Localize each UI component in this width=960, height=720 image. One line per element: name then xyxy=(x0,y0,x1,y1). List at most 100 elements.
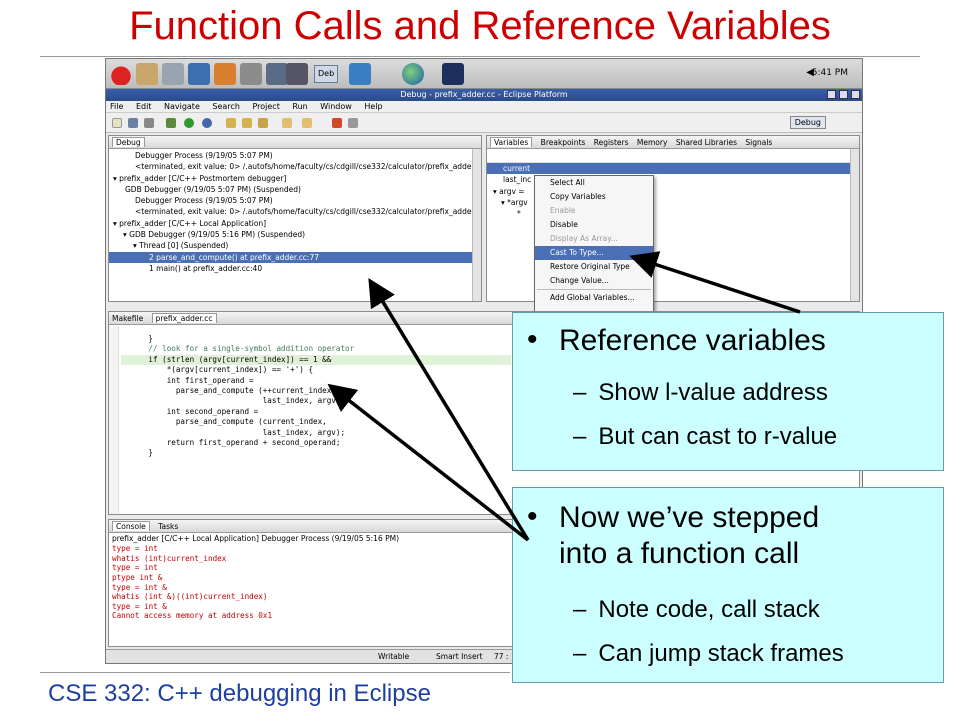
save-icon[interactable] xyxy=(128,118,138,128)
status-writable: Writable xyxy=(378,652,410,661)
tab-console[interactable]: Console xyxy=(112,521,150,531)
code-line: parse_and_compute (current_index, xyxy=(121,417,327,427)
menu-add-global-variables[interactable]: Add Global Variables... xyxy=(535,291,653,305)
menu-edit[interactable]: Edit xyxy=(136,102,152,111)
debug-tree-label: Thread [0] (Suspended) xyxy=(139,241,229,251)
window-title: Debug - prefix_adder.cc - Eclipse Platfo… xyxy=(400,90,568,99)
print-icon[interactable] xyxy=(144,118,154,128)
menubar: File Edit Navigate Search Project Run Wi… xyxy=(106,101,862,113)
menu-enable[interactable]: Enable xyxy=(535,204,653,218)
vertical-scrollbar[interactable] xyxy=(850,149,859,301)
footer-rule xyxy=(40,672,510,673)
tab-signals[interactable]: Signals xyxy=(745,138,772,147)
tab-registers[interactable]: Registers xyxy=(594,138,629,147)
callout-sub: – Note code, call stack xyxy=(573,596,820,623)
redhat-icon[interactable] xyxy=(110,63,132,85)
launcher-icon[interactable] xyxy=(136,63,158,85)
menu-select-all[interactable]: Select All xyxy=(535,176,653,190)
debug-tree-row[interactable]: Debugger Process (9/19/05 5:07 PM) xyxy=(109,150,472,161)
menu-disable[interactable]: Disable xyxy=(535,218,653,232)
desktop-taskbar: Deb ◀ 5:41 PM xyxy=(106,59,862,89)
status-insert-mode: Smart Insert xyxy=(436,652,483,661)
title-rule xyxy=(40,56,920,57)
menu-project[interactable]: Project xyxy=(252,102,279,111)
minimize-button[interactable] xyxy=(827,90,836,99)
launcher-icon[interactable] xyxy=(240,63,262,85)
tab-prefix-adder-cc[interactable]: prefix_adder.cc xyxy=(151,313,217,323)
menu-restore-original-type[interactable]: Restore Original Type xyxy=(535,260,653,274)
debug-tree-row[interactable]: <terminated, exit value: 0> /.autofs/hom… xyxy=(109,161,472,172)
globe-icon[interactable] xyxy=(402,63,424,85)
callout-heading: into a function call xyxy=(559,537,800,570)
tab-variables[interactable]: Variables xyxy=(490,137,533,147)
debug-icon[interactable] xyxy=(166,118,176,128)
tab-tasks[interactable]: Tasks xyxy=(158,522,178,531)
menu-display-as-array[interactable]: Display As Array... xyxy=(535,232,653,246)
variable-label: argv = xyxy=(499,186,525,196)
variables-view-tabs: Variables Breakpoints Registers Memory S… xyxy=(487,136,859,149)
run-icon[interactable] xyxy=(184,118,194,128)
debug-tree-row[interactable]: Debugger Process (9/19/05 5:07 PM) xyxy=(109,195,472,206)
callout-sub: – But can cast to r-value xyxy=(573,423,838,450)
step-icon[interactable] xyxy=(348,118,358,128)
tab-debug[interactable]: Debug xyxy=(112,137,145,147)
clock: 5:41 PM xyxy=(811,68,848,78)
variables-context-menu: Select All Copy Variables Enable Disable… xyxy=(534,175,654,313)
menu-search[interactable]: Search xyxy=(212,102,239,111)
menu-file[interactable]: File xyxy=(110,102,123,111)
code-line: parse_and_compute (++current_index, xyxy=(121,386,336,396)
menu-help[interactable]: Help xyxy=(364,102,382,111)
launcher-icon[interactable] xyxy=(188,63,210,85)
launcher-icon[interactable] xyxy=(214,63,236,85)
debug-tree-row[interactable]: ▾ Thread [0] (Suspended) xyxy=(109,240,472,251)
debug-tree-row[interactable]: ▾ prefix_adder [C/C++ Local Application] xyxy=(109,218,472,229)
menu-copy-variables[interactable]: Copy Variables xyxy=(535,190,653,204)
perspective-label: Debug xyxy=(794,118,821,127)
maximize-button[interactable] xyxy=(839,90,848,99)
launcher-icon[interactable] xyxy=(162,63,184,85)
new-icon[interactable] xyxy=(112,118,122,128)
stack-frame[interactable]: 1 main() at prefix_adder.cc:40 xyxy=(109,263,472,274)
debug-tree-row[interactable]: <terminated, exit value: 0> /.autofs/hom… xyxy=(109,206,472,217)
callout-sub-text: But can cast to r-value xyxy=(598,423,838,450)
debug-tree-row[interactable]: ▾ prefix_adder [C/C++ Postmortem debugge… xyxy=(109,173,472,184)
tab-makefile[interactable]: Makefile xyxy=(112,314,143,323)
debug-perspective-button[interactable]: Debug xyxy=(789,116,826,129)
tab-memory[interactable]: Memory xyxy=(637,138,668,147)
search-icon[interactable] xyxy=(202,118,212,128)
stack-frame-selected[interactable]: 2 parse_and_compute() at prefix_adder.cc… xyxy=(109,251,472,263)
folder-icon[interactable] xyxy=(226,118,236,128)
editor-gutter xyxy=(109,326,119,514)
debug-tree-label: GDB Debugger (9/19/05 5:16 PM) (Suspende… xyxy=(129,230,306,240)
vertical-scrollbar[interactable] xyxy=(472,149,481,301)
menu-run[interactable]: Run xyxy=(292,102,307,111)
back-icon[interactable] xyxy=(282,118,292,128)
taskbar-debug-button[interactable]: Deb xyxy=(314,65,339,83)
debug-tree-row[interactable]: ▾ GDB Debugger (9/19/05 5:16 PM) (Suspen… xyxy=(109,229,472,240)
edit-icon[interactable] xyxy=(258,118,268,128)
launcher-icon[interactable] xyxy=(349,63,371,85)
bug-icon[interactable] xyxy=(332,118,342,128)
debug-tree-row[interactable]: GDB Debugger (9/19/05 5:07 PM) (Suspende… xyxy=(109,184,472,195)
code-line: return first_operand + second_operand; xyxy=(121,438,341,448)
tab-shared-libraries[interactable]: Shared Libraries xyxy=(676,138,737,147)
launcher-icon[interactable] xyxy=(266,63,288,85)
slide-title: Function Calls and Reference Variables xyxy=(129,4,831,48)
variable-row-selected[interactable]: current xyxy=(487,163,859,175)
callout-sub: – Can jump stack frames xyxy=(573,640,844,667)
menu-change-value[interactable]: Change Value... xyxy=(535,274,653,288)
debug-view: Debug Debugger Process (9/19/05 5:07 PM)… xyxy=(108,135,482,302)
close-button[interactable] xyxy=(851,90,860,99)
folder-icon[interactable] xyxy=(242,118,252,128)
terminal-icon[interactable] xyxy=(442,63,464,85)
bullet-dot: • xyxy=(527,500,538,533)
tab-breakpoints[interactable]: Breakpoints xyxy=(541,138,586,147)
menu-cast-to-type[interactable]: Cast To Type... xyxy=(535,246,653,260)
menu-window[interactable]: Window xyxy=(320,102,352,111)
forward-icon[interactable] xyxy=(302,118,312,128)
variable-label: *argv xyxy=(507,197,528,207)
callout-heading: Now we’ve stepped xyxy=(559,501,820,534)
launcher-icon[interactable] xyxy=(286,63,308,85)
code-line: int second_operand = xyxy=(121,406,259,416)
menu-navigate[interactable]: Navigate xyxy=(164,102,200,111)
